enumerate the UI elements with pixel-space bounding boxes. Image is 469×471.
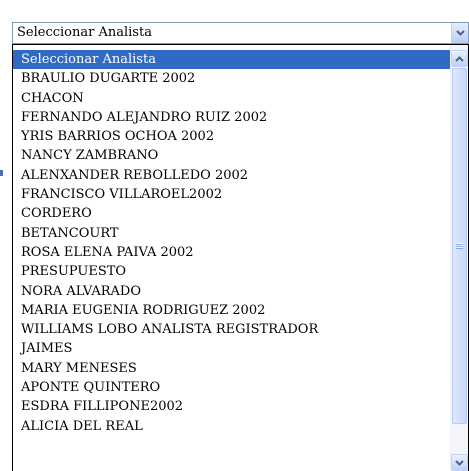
analyst-select[interactable]: Seleccionar Analista: [12, 22, 469, 44]
option-item[interactable]: MARIA EUGENIA RODRIGUEZ 2002: [13, 301, 451, 320]
chevron-down-icon[interactable]: [451, 23, 468, 43]
option-item[interactable]: ESDRA FILLIPONE2002: [13, 397, 451, 416]
left-edge-marker: [0, 170, 3, 176]
scroll-thumb[interactable]: [452, 68, 467, 424]
option-item[interactable]: YRIS BARRIOS OCHOA 2002: [13, 127, 451, 146]
scroll-down-button[interactable]: [451, 454, 468, 471]
option-item[interactable]: ROSA ELENA PAIVA 2002: [13, 243, 451, 262]
chevron-up-icon: [455, 55, 464, 62]
option-item[interactable]: FRANCISCO VILLAROEL2002: [13, 185, 451, 204]
option-item[interactable]: BRAULIO DUGARTE 2002: [13, 69, 451, 88]
option-item[interactable]: ALENXANDER REBOLLEDO 2002: [13, 166, 451, 185]
grip-icon: [456, 243, 463, 249]
option-item[interactable]: FERNANDO ALEJANDRO RUIZ 2002: [13, 108, 451, 127]
option-item[interactable]: WILLIAMS LOBO ANALISTA REGISTRADOR: [13, 320, 451, 339]
option-item[interactable]: NANCY ZAMBRANO: [13, 146, 451, 165]
option-list: Seleccionar Analista BRAULIO DUGARTE 2002…: [13, 50, 451, 436]
analyst-dropdown-list[interactable]: Seleccionar Analista BRAULIO DUGARTE 2002…: [12, 44, 469, 471]
option-item[interactable]: ALICIA DEL REAL: [13, 417, 451, 436]
chevron-down-icon: [455, 459, 464, 466]
option-item[interactable]: CORDERO: [13, 204, 451, 223]
scroll-up-button[interactable]: [451, 50, 468, 67]
option-item[interactable]: BETANCOURT: [13, 224, 451, 243]
option-item[interactable]: PRESUPUESTO: [13, 262, 451, 281]
select-value: Seleccionar Analista: [17, 25, 152, 40]
option-item[interactable]: CHACON: [13, 89, 451, 108]
option-item[interactable]: NORA ALVARADO: [13, 282, 451, 301]
option-item[interactable]: Seleccionar Analista: [13, 50, 451, 70]
option-item[interactable]: JAIMES: [13, 339, 451, 358]
option-item[interactable]: MARY MENESES: [13, 359, 451, 378]
vertical-scrollbar[interactable]: [450, 45, 468, 471]
option-item[interactable]: APONTE QUINTERO: [13, 378, 451, 397]
